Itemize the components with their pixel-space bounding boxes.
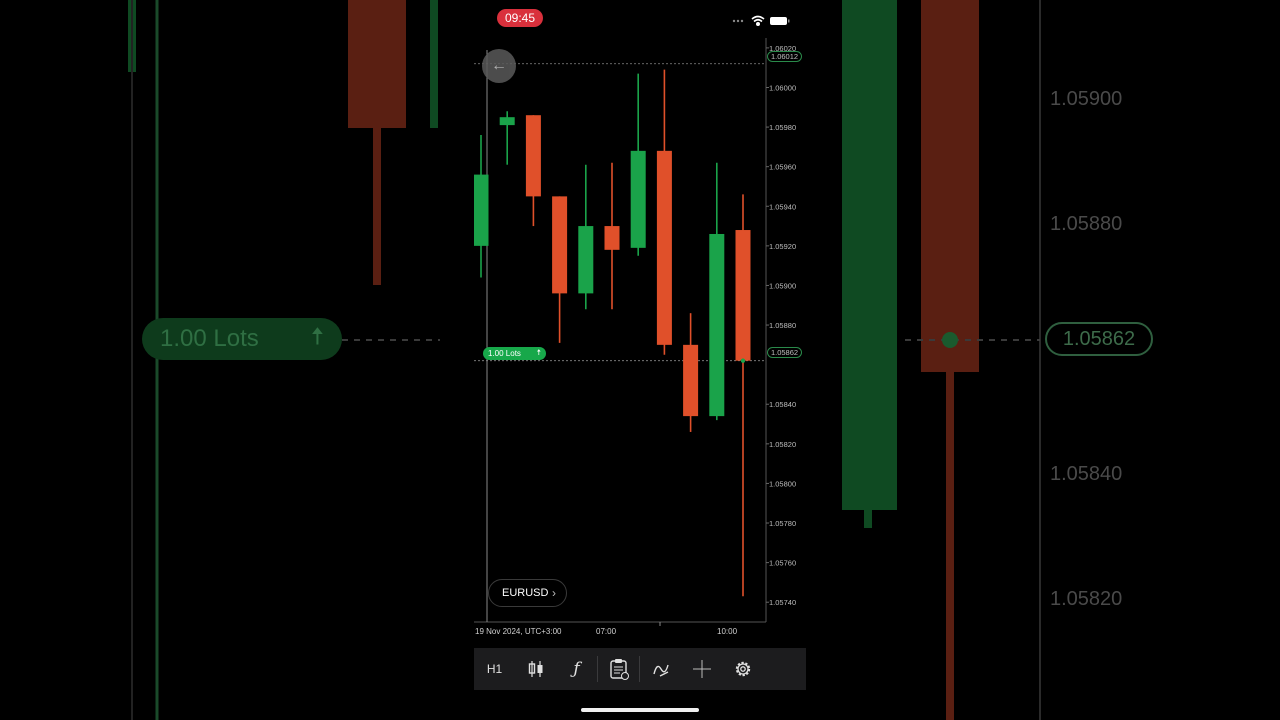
candle-body	[525, 115, 541, 197]
candle-body	[709, 233, 725, 417]
symbol-label: EURUSD	[502, 587, 549, 599]
background-lots-label: 1.00 Lots	[160, 325, 259, 352]
candle-body	[552, 196, 568, 294]
crosshair-icon[interactable]	[681, 648, 722, 690]
y-tick-label: 1.05920	[769, 242, 796, 251]
y-tick-label: 1.05880	[769, 321, 796, 330]
x-axis-date-label: 19 Nov 2024, UTC+3:00	[475, 627, 562, 636]
candle-body	[683, 344, 699, 417]
drawing-icon[interactable]	[640, 648, 681, 690]
x-axis-time-label: 07:00	[596, 627, 617, 636]
settings-gear-icon[interactable]	[722, 648, 763, 690]
chart-toolbar: H1 ƒ	[474, 648, 806, 690]
y-tick-label: 1.06000	[769, 83, 796, 92]
background-lots-pill: 1.00 Lots 🠅	[142, 318, 342, 360]
background-price-badge: 1.05862	[1045, 322, 1153, 356]
top-line-price-badge: 1.06012	[767, 51, 802, 62]
y-tick-label: 1.05800	[769, 479, 796, 488]
background-axis-label: 1.05880	[1050, 213, 1123, 235]
background-axis-label: 1.05900	[1050, 88, 1123, 110]
timeframe-button[interactable]: H1	[474, 648, 515, 690]
y-tick-label: 1.05900	[769, 281, 796, 290]
candle-body	[604, 226, 620, 250]
y-tick-label: 1.05760	[769, 559, 796, 568]
home-indicator	[581, 708, 699, 712]
candle-body	[735, 230, 751, 361]
order-list-icon[interactable]	[598, 648, 639, 690]
candle-body	[656, 150, 672, 345]
background-candle-body	[921, 0, 979, 372]
background-price-dot	[942, 332, 958, 348]
y-tick-label: 1.05740	[769, 598, 796, 607]
background-axis-label: 1.05840	[1050, 463, 1123, 485]
y-tick-label: 1.05980	[769, 123, 796, 132]
candlestick-icon[interactable]	[515, 648, 556, 690]
function-icon[interactable]: ƒ	[556, 648, 597, 690]
back-arrow-icon: ←	[491, 57, 507, 74]
candle-body	[630, 150, 646, 248]
symbol-selector[interactable]: EURUSD ›	[488, 579, 567, 607]
current-price-badge: 1.05862	[767, 347, 802, 358]
y-tick-label: 1.05960	[769, 163, 796, 172]
candle-body	[578, 226, 594, 294]
up-arrow-icon: 🠅	[536, 347, 541, 357]
background-up-arrow-icon: 🠅	[310, 322, 324, 350]
y-tick-label: 1.05840	[769, 400, 796, 409]
background-axis-label: 1.05820	[1050, 588, 1123, 610]
current-price-dot	[740, 358, 746, 363]
candle-body	[474, 174, 489, 246]
y-tick-label: 1.05940	[769, 202, 796, 211]
lots-button[interactable]: 1.00 Lots 🠅	[483, 347, 546, 360]
background-candle-body	[842, 0, 897, 510]
back-button[interactable]: ←	[482, 49, 516, 83]
candle-body	[499, 117, 515, 126]
phone-screen: 09:45 1.06020 1.06000 1.05980 1.05960 1.0594…	[474, 0, 806, 720]
lots-label: 1.00 Lots	[488, 349, 521, 358]
background-candle-body	[348, 0, 406, 128]
candlestick-chart[interactable]: 1.060201.060001.059801.059601.059401.059…	[474, 0, 806, 640]
background-candle-body	[430, 0, 438, 128]
y-tick-label: 1.05780	[769, 519, 796, 528]
x-axis-time-label: 10:00	[717, 627, 738, 636]
y-tick-label: 1.05820	[769, 440, 796, 449]
chevron-right-icon: ›	[552, 586, 556, 600]
